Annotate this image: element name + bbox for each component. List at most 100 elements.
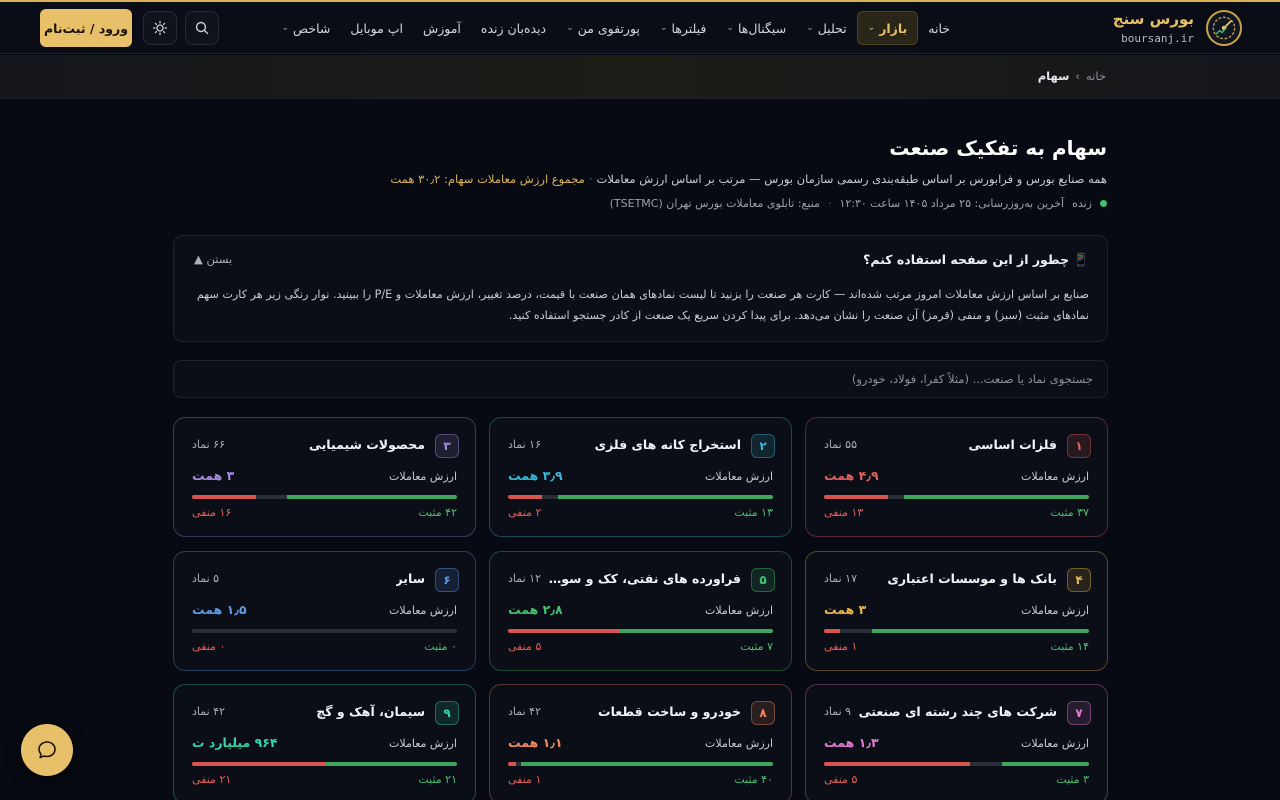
negative-share-bar [824, 762, 970, 766]
industry-card[interactable]: ۲ استخراج کانه های فلزی ۱۶ نماد ارزش معاملا… [489, 417, 792, 537]
nav-item[interactable]: تحلیل ⌄ [796, 11, 856, 45]
brand-name: بورس سنج [1112, 10, 1194, 28]
chevron-down-icon: ⌄ [659, 23, 668, 33]
help-panel: 📱 چطور از این صفحه استفاده کنم؟ بستن ▲ ص… [173, 235, 1108, 342]
industry-card[interactable]: ۵ فراورده های نفتی، کک و سوخت هسته‌ای۱۲ ن… [489, 551, 792, 671]
positive-count: ۱۳ مثبت [734, 506, 773, 519]
industry-card[interactable]: ۸ خودرو و ساخت قطعات ۴۲ نماد ارزش معاملات ۱٫… [489, 684, 792, 800]
live-indicator-icon [1100, 200, 1107, 207]
positive-share-bar [521, 762, 773, 766]
search-input[interactable] [174, 361, 1107, 397]
positive-count: ۷ مثبت [740, 640, 773, 653]
trade-value: ۹۶۴ میلیارد ت [192, 735, 278, 750]
trade-value: ۴٫۹ همت [824, 468, 879, 483]
nav-item-label: شاخص [293, 20, 331, 36]
theme-toggle-button[interactable] [143, 11, 177, 45]
negative-share-bar [192, 495, 256, 499]
nav-item[interactable]: آموزش [413, 11, 471, 45]
value-label: ارزش معاملات [705, 604, 773, 617]
negative-share-bar [824, 495, 888, 499]
negative-count: ۱۶ منفی [192, 506, 232, 519]
breadth-bar [192, 762, 457, 766]
chat-button[interactable] [21, 724, 73, 776]
nav-item-label: تحلیل [817, 20, 847, 36]
negative-share-bar [824, 629, 840, 633]
industry-card[interactable]: ۴ بانک ها و موسسات اعتباری ۱۷ نماد ارزش معا… [805, 551, 1108, 671]
nav-item-label: خانه [928, 20, 950, 36]
value-label: ارزش معاملات [1021, 737, 1089, 750]
trade-value: ۳٫۹ همت [508, 468, 563, 483]
industry-name: بانک ها و موسسات اعتباری [887, 571, 1057, 586]
trade-value: ۳ همت [824, 602, 867, 617]
positive-share-bar [1001, 762, 1089, 766]
value-label: ارزش معاملات [1021, 604, 1089, 617]
positive-share-bar [558, 495, 773, 499]
symbol-count: ۵۵ نماد [824, 438, 857, 451]
nav-item-label: آموزش [422, 20, 461, 36]
positive-count: ۴۰ مثبت [734, 773, 773, 786]
negative-count: ۰ منفی [192, 640, 226, 653]
industry-card[interactable]: ۹ سیمان، آهک و گچ ۴۲ نماد ارزش معاملات ۹۶۴ م… [173, 684, 476, 800]
breadcrumb-home[interactable]: خانه [1086, 69, 1106, 83]
value-label: ارزش معاملات [389, 604, 457, 617]
nav-item[interactable]: سیگنال‌ها ⌄ [716, 11, 796, 45]
search-button[interactable] [185, 11, 219, 45]
breadth-bar [824, 495, 1089, 499]
breadcrumb-bar: خانه ‹ سهام [0, 55, 1280, 99]
value-label: ارزش معاملات [389, 470, 457, 483]
site-header: بورس سنج boursanj.ir خانه بازار ⌄ تحلیل ⌄ سیگ… [0, 2, 1280, 54]
nav-item[interactable]: اپ موبایل [340, 11, 413, 45]
sun-icon [152, 20, 168, 36]
nav-item[interactable]: پورتفوی من ⌄ [556, 11, 650, 45]
positive-count: ۳ مثبت [1056, 773, 1089, 786]
chevron-down-icon: ⌄ [281, 23, 290, 33]
trade-value: ۱٫۵ همت [192, 602, 247, 617]
breadth-bar [192, 495, 457, 499]
negative-count: ۲۱ منفی [192, 773, 232, 786]
help-close-button[interactable]: بستن ▲ [194, 252, 232, 266]
positive-share-bar [903, 495, 1089, 499]
breadth-bar [508, 762, 773, 766]
trade-value: ۳ همت [192, 468, 235, 483]
industry-card[interactable]: ۱ فلزات اساسی ۵۵ نماد ارزش معاملات ۴٫۹ همت ۳۷… [805, 417, 1108, 537]
industry-name: شرکت های چند رشته ای صنعتی [858, 704, 1057, 719]
positive-count: ۲۱ مثبت [418, 773, 457, 786]
breadth-bar [824, 762, 1089, 766]
industry-card[interactable]: ۷ شرکت های چند رشته ای صنعتی ۹ نماد ارزش مع… [805, 684, 1108, 800]
nav-item[interactable]: فیلترها ⌄ [650, 11, 717, 45]
industry-card[interactable]: ۳ محصولات شیمیایی ۶۶ نماد ارزش معاملات ۳ همت… [173, 417, 476, 537]
negative-count: ۵ منفی [824, 773, 858, 786]
rank-badge: ۴ [1067, 568, 1091, 592]
breadcrumb-separator: ‹ [1075, 69, 1081, 83]
nav-item[interactable]: شاخص ⌄ [272, 11, 341, 45]
negative-count: ۱۳ منفی [824, 506, 864, 519]
nav-item[interactable]: بازار ⌄ [856, 11, 919, 45]
positive-share-bar [871, 629, 1089, 633]
chevron-down-icon: ⌄ [566, 23, 574, 33]
total-value: مجموع ارزش معاملات سهام: ۳۰٫۲ همت [390, 172, 585, 186]
chevron-down-icon: ⌄ [867, 23, 876, 33]
negative-count: ۱ منفی [508, 773, 542, 786]
chevron-down-icon: ⌄ [726, 23, 734, 33]
symbol-count: ۱۲ نماد [508, 572, 541, 585]
industry-search [173, 360, 1108, 398]
nav-item[interactable]: دیده‌بان زنده [471, 11, 556, 45]
breadcrumb-current: سهام [1037, 69, 1070, 83]
symbol-count: ۴۲ نماد [192, 705, 225, 718]
nav-item[interactable]: خانه [918, 11, 960, 45]
breadth-bar [508, 629, 773, 633]
industry-name: فراورده های نفتی، کک و سوخت هسته‌ای [541, 571, 741, 586]
trade-value: ۱٫۳ همت [824, 735, 879, 750]
symbol-count: ۹ نماد [824, 705, 852, 718]
login-register-button[interactable]: ورود / ثبت‌نام [40, 9, 132, 47]
gauge-logo-icon [1206, 10, 1242, 46]
value-label: ارزش معاملات [705, 470, 773, 483]
trade-value: ۱٫۱ همت [508, 735, 563, 750]
nav-item-label: فیلترها [671, 20, 707, 36]
brand[interactable]: بورس سنج boursanj.ir [1092, 8, 1242, 50]
rank-badge: ۱ [1067, 434, 1091, 458]
symbol-count: ۱۷ نماد [824, 572, 857, 585]
industry-card[interactable]: ۶ سایر ۵ نماد ارزش معاملات ۱٫۵ همت ۰ مثبت ۰ من… [173, 551, 476, 671]
data-source: منبع: تابلوی معاملات بورس تهران (TSETMC) [609, 197, 820, 210]
nav-item-label: اپ موبایل [350, 20, 403, 36]
